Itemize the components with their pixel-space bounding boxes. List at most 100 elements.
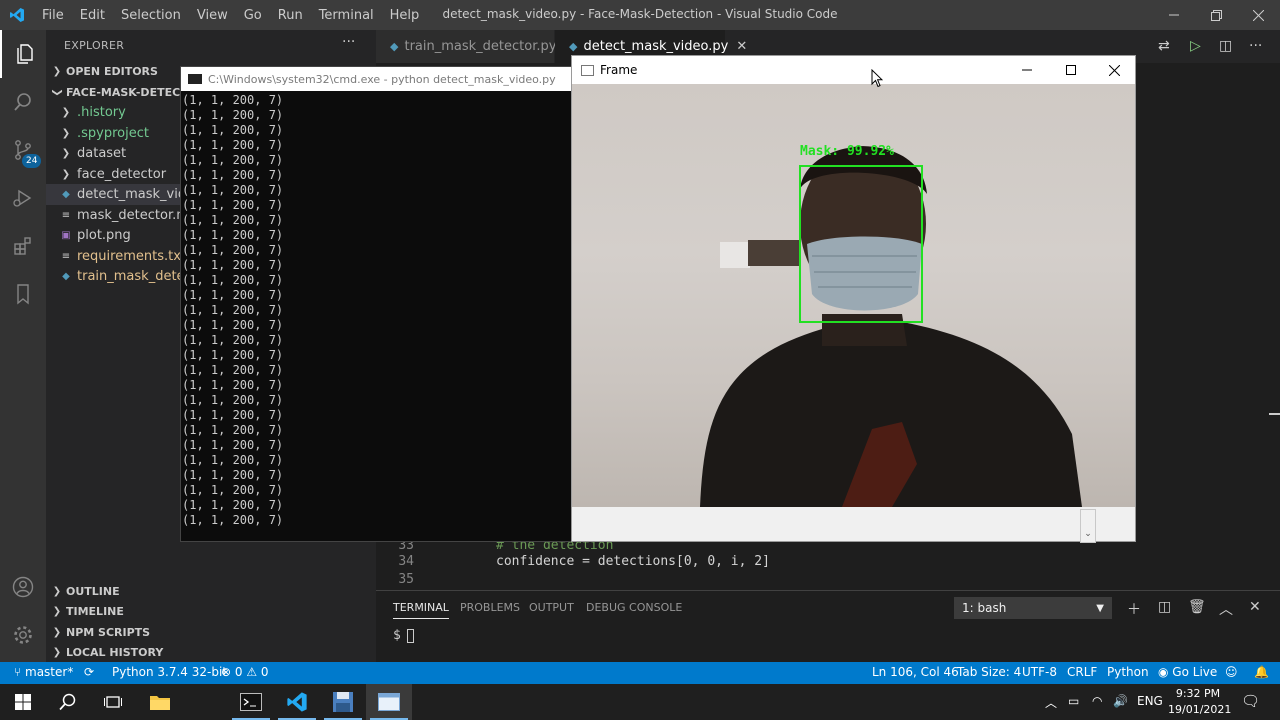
go-live[interactable]: ◉ Go Live xyxy=(1158,665,1217,679)
menu-view[interactable]: View xyxy=(189,8,236,23)
tab-debug-console[interactable]: DEBUG CONSOLE xyxy=(586,601,682,614)
compare-changes-icon[interactable]: ⇄ xyxy=(1158,38,1170,54)
new-terminal-icon[interactable]: ＋ xyxy=(1127,599,1141,619)
task-view-button[interactable] xyxy=(90,684,136,720)
more-actions-icon[interactable]: ··· xyxy=(1249,38,1262,54)
outline-section[interactable]: ❯ OUTLINE xyxy=(46,580,376,602)
frame-maximize-button[interactable] xyxy=(1049,56,1093,84)
line-number: 34 xyxy=(398,554,414,569)
trash-icon[interactable]: 🗑 xyxy=(1188,599,1206,615)
frame-close-button[interactable] xyxy=(1092,56,1136,84)
python-app-taskbar[interactable] xyxy=(320,684,366,720)
split-terminal-icon[interactable]: ◫ xyxy=(1158,599,1171,615)
local-history-section[interactable]: ❯ LOCAL HISTORY xyxy=(46,641,376,663)
chevron-down-icon: ❯ xyxy=(51,87,63,97)
cmd-output-line: (1, 1, 200, 7) xyxy=(182,408,284,422)
bookmarks-activity[interactable] xyxy=(0,270,46,318)
tab-terminal[interactable]: TERMINAL xyxy=(393,601,449,619)
extensions-activity[interactable] xyxy=(0,222,46,270)
restore-icon xyxy=(1210,9,1222,21)
chevron-down-icon[interactable]: ⌄ xyxy=(1080,529,1096,541)
cursor-position[interactable]: Ln 106, Col 46 xyxy=(872,665,959,679)
floppy-icon xyxy=(333,692,353,712)
run-icon[interactable]: ▷ xyxy=(1190,38,1201,54)
cmd-output-line: (1, 1, 200, 7) xyxy=(182,198,284,212)
search-activity[interactable] xyxy=(0,78,46,126)
manage-activity[interactable] xyxy=(0,611,46,659)
cmd-taskbar[interactable] xyxy=(228,684,274,720)
chevron-up-icon[interactable]: ︿ xyxy=(1219,599,1233,619)
accounts-activity[interactable] xyxy=(0,563,46,611)
python-interpreter[interactable]: Python 3.7.4 32-bit xyxy=(112,665,227,679)
menu-terminal[interactable]: Terminal xyxy=(311,8,382,23)
problems-indicator[interactable]: ⊗ 0 ⚠ 0 xyxy=(221,665,269,679)
end-of-line[interactable]: CRLF xyxy=(1067,665,1097,679)
start-button[interactable] xyxy=(0,684,46,720)
tab-problems[interactable]: PROBLEMS xyxy=(460,601,520,614)
terminal-select[interactable]: 1: bash ▼ xyxy=(954,597,1112,619)
task-view-icon xyxy=(104,696,122,708)
encoding[interactable]: UTF-8 xyxy=(1022,665,1057,679)
bell-icon[interactable]: 🔔 xyxy=(1254,665,1269,679)
system-clock[interactable]: 9:32 PM 19/01/2021 xyxy=(1168,686,1231,718)
notifications-icon[interactable]: 🗨 xyxy=(1241,692,1260,710)
restore-button[interactable] xyxy=(1195,0,1237,30)
more-actions-icon[interactable]: ··· xyxy=(342,34,355,50)
terminal-prompt[interactable]: $ xyxy=(393,628,414,643)
window-icon xyxy=(378,693,400,711)
frame-window[interactable]: Frame Mask: 99.92% ⌄ xyxy=(571,55,1136,543)
run-debug-activity[interactable] xyxy=(0,174,46,222)
detection-label: Mask: 99.92% xyxy=(800,144,894,159)
timeline-section[interactable]: ❯ TIMELINE xyxy=(46,600,376,622)
chevron-right-icon: ❯ xyxy=(61,148,71,159)
cmd-output-line: (1, 1, 200, 7) xyxy=(182,138,284,152)
close-icon[interactable]: ✕ xyxy=(736,39,747,54)
git-branch[interactable]: ⑂ master* xyxy=(14,665,73,679)
chevron-up-icon[interactable]: ︿ xyxy=(1045,694,1057,711)
code-line: confidence = detections[0, 0, i, 2] xyxy=(496,554,770,569)
menu-edit[interactable]: Edit xyxy=(72,8,113,23)
vscode-taskbar[interactable] xyxy=(274,684,320,720)
explorer-activity[interactable] xyxy=(0,30,46,78)
npm-scripts-section[interactable]: ❯ NPM SCRIPTS xyxy=(46,621,376,643)
tab-train-mask-detector[interactable]: ◆ train_mask_detector.py xyxy=(376,30,556,63)
battery-icon[interactable]: ▭ xyxy=(1068,694,1079,708)
split-editor-icon[interactable]: ◫ xyxy=(1219,38,1232,54)
window-icon xyxy=(581,64,594,76)
input-language[interactable]: ENG xyxy=(1137,694,1163,708)
tab-size[interactable]: Tab Size: 4 xyxy=(957,665,1021,679)
python-file-icon: ◆ xyxy=(390,40,399,53)
menu-file[interactable]: File xyxy=(34,8,72,23)
chevron-right-icon: ❯ xyxy=(61,128,71,139)
cmd-title-bar[interactable]: C:\Windows\system32\cmd.exe - python det… xyxy=(181,67,571,91)
cmd-output-line: (1, 1, 200, 7) xyxy=(182,303,284,317)
frame-taskbar[interactable] xyxy=(366,684,412,720)
taskbar-search-button[interactable] xyxy=(45,684,91,720)
tree-item-label: plot.png xyxy=(77,228,131,243)
menu-go[interactable]: Go xyxy=(236,8,270,23)
menu-help[interactable]: Help xyxy=(382,8,428,23)
minimize-icon xyxy=(1022,69,1032,71)
file-explorer-taskbar[interactable] xyxy=(137,684,183,720)
cmd-output-line: (1, 1, 200, 7) xyxy=(182,513,284,527)
tab-output[interactable]: OUTPUT xyxy=(529,601,574,614)
close-window-button[interactable] xyxy=(1237,0,1279,30)
gear-icon xyxy=(14,626,32,644)
frame-minimize-button[interactable] xyxy=(1005,56,1049,84)
close-icon[interactable]: ✕ xyxy=(1249,599,1261,615)
language-mode[interactable]: Python xyxy=(1107,665,1149,679)
detection-box xyxy=(799,165,923,323)
minimize-button[interactable] xyxy=(1153,0,1195,30)
wifi-icon[interactable]: ◠ xyxy=(1092,694,1102,708)
sync-icon[interactable]: ⟳ xyxy=(84,665,94,679)
cmd-output: (1, 1, 200, 7) (1, 1, 200, 7) (1, 1, 200, … xyxy=(181,93,571,541)
frame-title-bar[interactable]: Frame xyxy=(572,56,1135,84)
volume-icon[interactable]: 🔊 xyxy=(1113,694,1128,708)
menu-run[interactable]: Run xyxy=(270,8,311,23)
account-icon xyxy=(12,576,34,598)
menu-selection[interactable]: Selection xyxy=(113,8,189,23)
cmd-window[interactable]: C:\Windows\system32\cmd.exe - python det… xyxy=(180,66,572,542)
source-control-activity[interactable]: 24 xyxy=(0,126,46,174)
feedback-icon[interactable]: ☺ xyxy=(1225,665,1238,679)
vscode-logo-icon xyxy=(0,0,34,30)
